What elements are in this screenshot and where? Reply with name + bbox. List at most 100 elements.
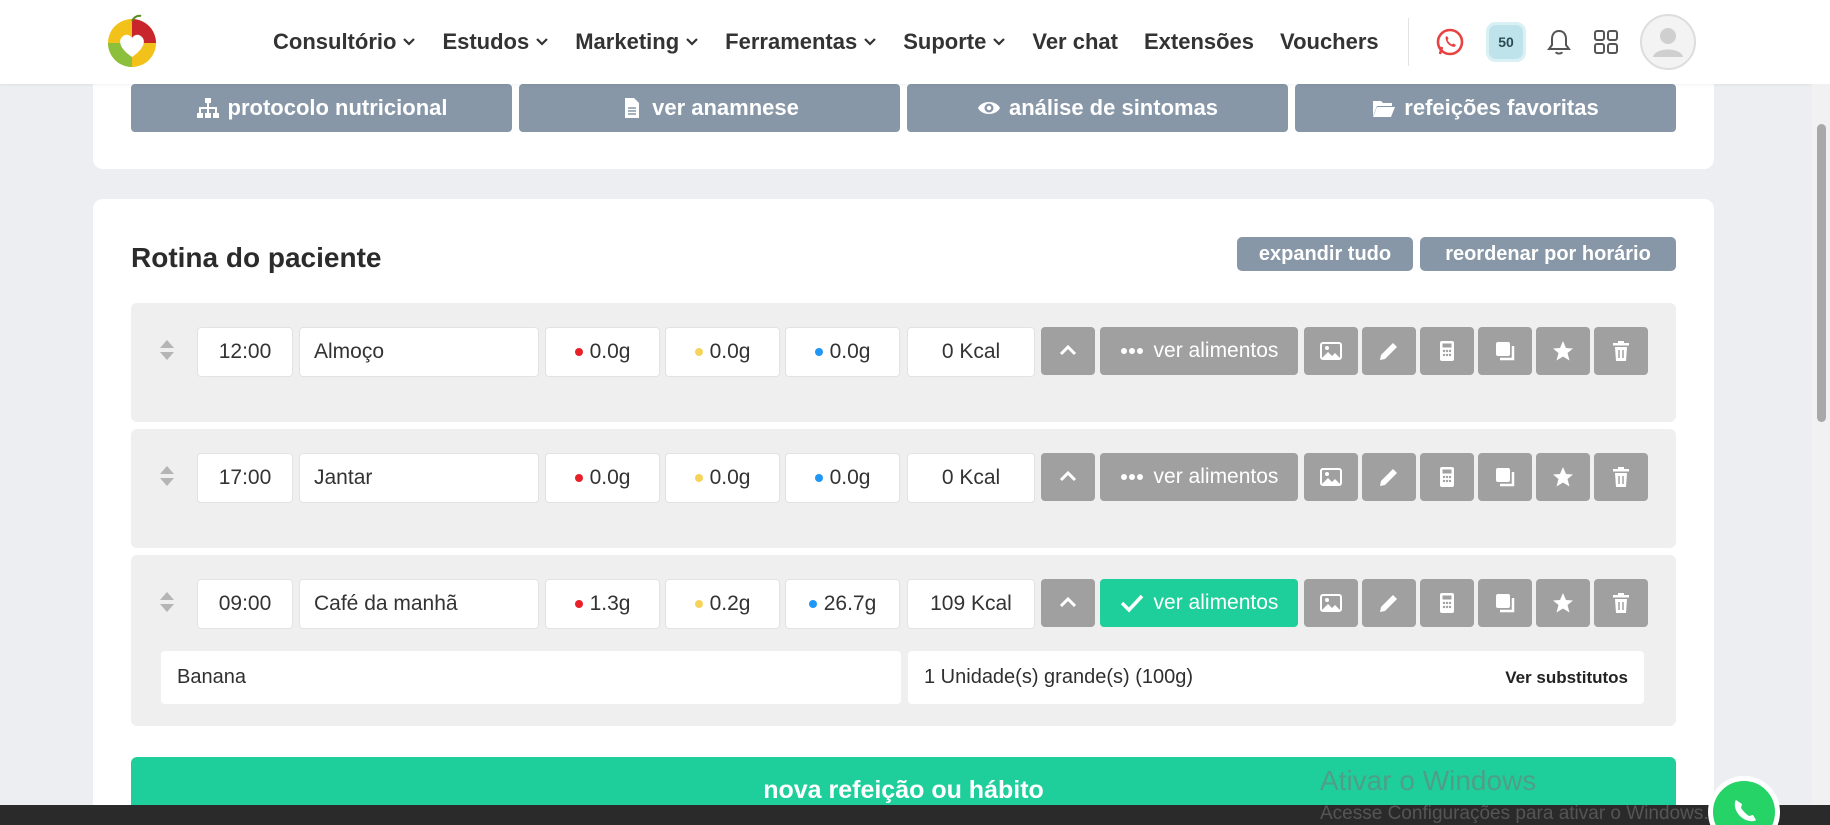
meal-name-input[interactable]: Almoço — [299, 327, 539, 377]
edit-button[interactable] — [1362, 327, 1416, 375]
view-foods-button[interactable]: ver alimentos — [1100, 579, 1298, 627]
meal-name-input[interactable]: Café da manhã — [299, 579, 539, 629]
protein-value: 0.0g — [545, 327, 660, 377]
kcal-value: 0 Kcal — [907, 453, 1035, 503]
image-button[interactable] — [1304, 579, 1358, 627]
nav-consultorio[interactable]: Consultório — [273, 29, 416, 55]
ellipsis-icon — [1120, 348, 1143, 354]
image-button[interactable] — [1304, 453, 1358, 501]
meal-time-input[interactable]: 17:00 — [197, 453, 293, 503]
nav-label: Marketing — [575, 29, 680, 54]
chevron-down-icon — [536, 38, 549, 46]
star-icon — [1553, 593, 1573, 613]
nav-label: Estudos — [442, 29, 530, 54]
macro-text: 0.0g — [709, 340, 751, 363]
fat-dot-icon — [694, 348, 703, 356]
ellipsis-icon — [1120, 474, 1143, 480]
view-foods-button[interactable]: ver alimentos — [1100, 327, 1298, 375]
whatsapp-icon[interactable] — [1434, 26, 1466, 58]
credits-badge[interactable]: 50 — [1486, 22, 1526, 62]
file-icon — [625, 98, 640, 118]
delete-button[interactable] — [1594, 579, 1648, 627]
page-scrollbar[interactable] — [1812, 84, 1830, 805]
view-substitutes-link[interactable]: Ver substitutos — [1505, 668, 1628, 688]
calculator-button[interactable] — [1420, 327, 1474, 375]
edit-button[interactable] — [1362, 453, 1416, 501]
nav-suporte[interactable]: Suporte — [903, 29, 1006, 55]
carb-value: 26.7g — [785, 579, 900, 629]
duplicate-button[interactable] — [1478, 327, 1532, 375]
symptoms-button[interactable]: análise de sintomas — [907, 84, 1288, 132]
carb-dot-icon — [814, 348, 823, 356]
button-label: ver alimentos — [1153, 591, 1279, 614]
chevron-up-icon — [1059, 596, 1077, 608]
nav-vouchers[interactable]: Vouchers — [1280, 29, 1379, 55]
favorite-button[interactable] — [1536, 579, 1590, 627]
scrollbar-thumb[interactable] — [1817, 124, 1826, 422]
duplicate-button[interactable] — [1478, 453, 1532, 501]
nav-label: Ferramentas — [725, 29, 858, 54]
reorder-by-time-button[interactable]: reordenar por horário — [1420, 237, 1676, 271]
pencil-icon — [1380, 469, 1397, 486]
whatsapp-float-button[interactable] — [1708, 776, 1780, 825]
calculator-button[interactable] — [1420, 579, 1474, 627]
star-icon — [1553, 341, 1573, 361]
chevron-down-icon — [686, 38, 698, 46]
protocol-button[interactable]: protocolo nutricional — [131, 84, 512, 132]
protein-value: 1.3g — [545, 579, 660, 629]
main-nav: Consultório Estudos Marketing Ferramenta… — [273, 0, 1405, 84]
bell-icon[interactable] — [1546, 28, 1572, 56]
trash-icon — [1613, 593, 1629, 613]
fat-value: 0.0g — [665, 327, 780, 377]
macro-text: 0.0g — [829, 466, 871, 489]
button-label: ver anamnese — [652, 95, 799, 120]
patient-routine-card: Rotina do paciente expandir tudo reorden… — [93, 199, 1714, 825]
drag-handle-icon[interactable] — [159, 591, 175, 613]
collapse-button[interactable] — [1041, 327, 1095, 375]
protein-dot-icon — [574, 348, 583, 356]
apps-grid-icon[interactable] — [1592, 28, 1620, 56]
nav-marketing[interactable]: Marketing — [575, 29, 699, 55]
food-name[interactable]: Banana — [161, 651, 901, 704]
avatar[interactable] — [1640, 14, 1696, 70]
drag-handle-icon[interactable] — [159, 339, 175, 361]
collapse-button[interactable] — [1041, 453, 1095, 501]
nav-ver-chat[interactable]: Ver chat — [1032, 29, 1118, 55]
duplicate-button[interactable] — [1478, 579, 1532, 627]
macro-text: 0.0g — [589, 340, 631, 363]
delete-button[interactable] — [1594, 327, 1648, 375]
edit-button[interactable] — [1362, 579, 1416, 627]
anamnese-button[interactable]: ver anamnese — [519, 84, 900, 132]
copy-icon — [1496, 342, 1515, 361]
image-button[interactable] — [1304, 327, 1358, 375]
meal-time-input[interactable]: 09:00 — [197, 579, 293, 629]
view-foods-button[interactable]: ver alimentos — [1100, 453, 1298, 501]
nav-extensoes[interactable]: Extensões — [1144, 29, 1254, 55]
macro-text: 0.0g — [709, 466, 751, 489]
expand-all-button[interactable]: expandir tudo — [1237, 237, 1413, 271]
favorite-button[interactable] — [1536, 327, 1590, 375]
macro-text: 0.0g — [589, 466, 631, 489]
trash-icon — [1613, 341, 1629, 361]
food-quantity[interactable]: 1 Unidade(s) grande(s) (100g) Ver substi… — [908, 651, 1644, 704]
app-logo-icon[interactable] — [104, 13, 160, 69]
macro-text: 0.2g — [709, 592, 751, 615]
macro-text: 0.0g — [829, 340, 871, 363]
meal-row: 09:00 Café da manhã 1.3g 0.2g 26.7g 109 … — [131, 555, 1676, 726]
copy-icon — [1496, 468, 1515, 487]
favorite-button[interactable] — [1536, 453, 1590, 501]
fat-dot-icon — [694, 474, 703, 482]
nav-label: Consultório — [273, 29, 397, 54]
calculator-button[interactable] — [1420, 453, 1474, 501]
favorite-meals-button[interactable]: refeições favoritas — [1295, 84, 1676, 132]
folder-open-icon — [1373, 101, 1396, 117]
button-label: protocolo nutricional — [227, 95, 448, 120]
meal-name-input[interactable]: Jantar — [299, 453, 539, 503]
collapse-button[interactable] — [1041, 579, 1095, 627]
nav-estudos[interactable]: Estudos — [442, 29, 549, 55]
delete-button[interactable] — [1594, 453, 1648, 501]
drag-handle-icon[interactable] — [159, 465, 175, 487]
nav-ferramentas[interactable]: Ferramentas — [725, 29, 877, 55]
phone-icon — [1734, 800, 1756, 822]
meal-time-input[interactable]: 12:00 — [197, 327, 293, 377]
